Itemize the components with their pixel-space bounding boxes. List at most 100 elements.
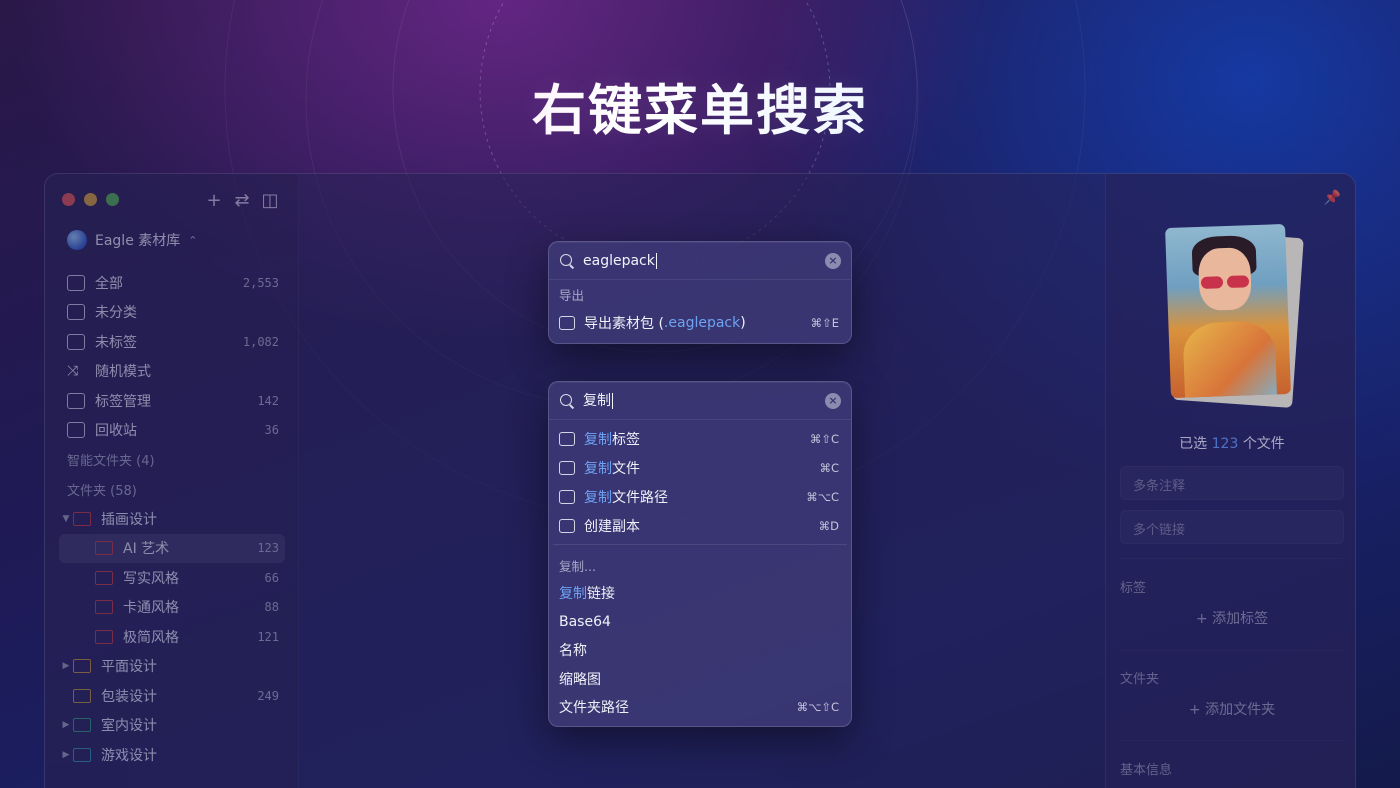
menu-item-shortcut: ⌘C [819, 460, 839, 475]
annotation-field[interactable]: 多条注释 [1120, 466, 1344, 500]
maximize-button[interactable] [106, 193, 119, 206]
folder-icon [73, 511, 91, 526]
folder-label: AI 艺术 [123, 541, 170, 558]
sidebar-item-all[interactable]: 全部 2,553 [59, 268, 285, 298]
sidebar-item-label: 未标签 [95, 334, 137, 351]
folder-label: 插画设计 [101, 511, 157, 528]
chevron-right-icon[interactable]: ▶ [59, 720, 73, 730]
folder-item-interior[interactable]: ▶ 室内设计 [59, 711, 285, 741]
menu-item-label: 文件夹路径 [559, 700, 629, 717]
folder-icon [95, 570, 113, 585]
menu-item-shortcut: ⌘D [818, 518, 839, 533]
folder-label: 平面设计 [101, 659, 157, 676]
minimize-button[interactable] [84, 193, 97, 206]
menu-item-copy-file[interactable]: 复制 文件 ⌘C [549, 453, 851, 482]
links-field[interactable]: 多个链接 [1120, 510, 1344, 544]
folder-item-cartoon[interactable]: 卡通风格 88 [59, 593, 285, 623]
folder-icon [95, 629, 113, 644]
menu-item-shortcut: ⌘⇧E [810, 315, 839, 330]
folder-count: 66 [264, 570, 279, 585]
menu-item-label: 创建副本 [584, 518, 640, 535]
menu-item-label: 文件 [612, 460, 640, 477]
preview-image [1165, 223, 1291, 399]
menu-item-highlight: 复制 [559, 586, 587, 603]
sidebar-item-label: 标签管理 [95, 393, 151, 410]
folder-item-realistic[interactable]: 写实风格 66 [59, 563, 285, 593]
sidebar: + ⇄ ◫ Eagle 素材库 ⌃ 全部 2,553 未分类 未标签 1,082… [45, 174, 299, 788]
terminal-icon [559, 489, 575, 504]
menu-item-highlight: .eaglepack [663, 314, 741, 331]
smart-folders-header[interactable]: 智能文件夹 (4) [59, 445, 285, 475]
tags-label: 标签 [1120, 581, 1147, 596]
folder-label: 游戏设计 [101, 747, 157, 764]
menu-item-export-eaglepack[interactable]: 导出素材包 (.eaglepack) ⌘⇧E [549, 308, 851, 337]
switch-icon[interactable]: ⇄ [233, 190, 251, 211]
clear-icon[interactable]: × [825, 252, 841, 269]
pin-icon[interactable]: 📌 [1324, 190, 1341, 206]
menu-item-label: 缩略图 [559, 671, 601, 688]
chevron-right-icon[interactable]: ▶ [59, 661, 73, 671]
sidebar-item-uncategorized[interactable]: 未分类 [59, 298, 285, 328]
chevron-right-icon[interactable]: ▶ [59, 750, 73, 760]
folder-item-game[interactable]: ▶ 游戏设计 [59, 740, 285, 770]
menu-item-label: 链接 [587, 586, 615, 603]
folder-count: 121 [257, 629, 279, 644]
clear-icon[interactable]: × [825, 392, 841, 409]
sidebar-toggle-icon[interactable]: ◫ [261, 190, 279, 211]
folder-item-packaging[interactable]: 包装设计 249 [59, 681, 285, 711]
menu-item-label: 名称 [559, 643, 587, 660]
menu-item-copy-file-path[interactable]: 复制 文件路径 ⌘⌥C [549, 482, 851, 511]
menu-search-input[interactable]: 复制 [583, 392, 613, 409]
add-tag-button[interactable]: + 添加标签 [1120, 604, 1344, 634]
menu-item-copy-thumbnail[interactable]: 缩略图 [549, 665, 851, 694]
folder-item-minimal[interactable]: 极简风格 121 [59, 622, 285, 652]
shuffle-icon: ⤨ [67, 363, 79, 380]
sidebar-nav: 全部 2,553 未分类 未标签 1,082 ⤨ 随机模式 标签管理 142 回… [59, 268, 285, 770]
menu-item-copy-link[interactable]: 复制 链接 [549, 579, 851, 608]
menu-item-highlight: 复制 [584, 431, 612, 448]
folder-item-graphic-design[interactable]: ▶ 平面设计 [59, 652, 285, 682]
sidebar-item-tag-manager[interactable]: 标签管理 142 [59, 386, 285, 416]
menu-item-duplicate[interactable]: 创建副本 ⌘D [549, 511, 851, 540]
folder-item-illustration[interactable]: ▼ 插画设计 [59, 504, 285, 534]
menu-item-copy-folder-path[interactable]: 文件夹路径 ⌘⌥⇧C [549, 693, 851, 722]
package-icon [559, 315, 575, 330]
add-tag-label: 添加标签 [1212, 611, 1269, 627]
folder-icon [95, 600, 113, 615]
file-icon [559, 460, 575, 475]
sidebar-item-count: 36 [264, 423, 279, 438]
add-folder-label: 添加文件夹 [1205, 702, 1276, 718]
search-icon [559, 393, 575, 409]
folders-header[interactable]: 文件夹 (58) [59, 475, 285, 505]
tag-outline-icon [67, 333, 85, 350]
menu-item-copy-name[interactable]: 名称 [549, 636, 851, 665]
folder-item-ai-art[interactable]: AI 艺术 123 [59, 533, 285, 563]
menu-item-label: 导出素材包 ( [584, 315, 664, 332]
sidebar-item-untagged[interactable]: 未标签 1,082 [59, 327, 285, 357]
menu-item-label: 文件路径 [612, 489, 668, 506]
menu-search-input[interactable]: eaglepack [583, 252, 657, 269]
folder-icon [73, 688, 91, 703]
folder-count: 123 [257, 541, 279, 556]
folder-outline-icon [67, 304, 85, 321]
sidebar-item-label: 回收站 [95, 423, 137, 440]
folder-label: 极简风格 [123, 629, 179, 646]
library-switcher[interactable]: Eagle 素材库 ⌃ [67, 230, 197, 250]
bookmark-icon [67, 392, 85, 409]
sidebar-item-trash[interactable]: 回收站 36 [59, 416, 285, 446]
close-button[interactable] [62, 193, 75, 206]
sidebar-item-label: 未分类 [95, 305, 137, 322]
folder-label: 室内设计 [101, 718, 157, 735]
folder-count: 249 [257, 688, 279, 703]
add-icon[interactable]: + [205, 190, 223, 211]
plus-icon: + [1195, 611, 1208, 627]
sidebar-item-random[interactable]: ⤨ 随机模式 [59, 357, 285, 387]
menu-item-copy-base64[interactable]: Base64 [549, 608, 851, 637]
folder-label: 卡通风格 [123, 600, 179, 617]
tag-icon [559, 431, 575, 446]
menu-search-row: eaglepack × [549, 242, 851, 280]
add-folder-button[interactable]: + 添加文件夹 [1120, 695, 1344, 725]
sidebar-item-label: 随机模式 [95, 364, 151, 381]
menu-item-copy-tags[interactable]: 复制 标签 ⌘⇧C [549, 424, 851, 453]
chevron-down-icon[interactable]: ▼ [59, 514, 73, 524]
